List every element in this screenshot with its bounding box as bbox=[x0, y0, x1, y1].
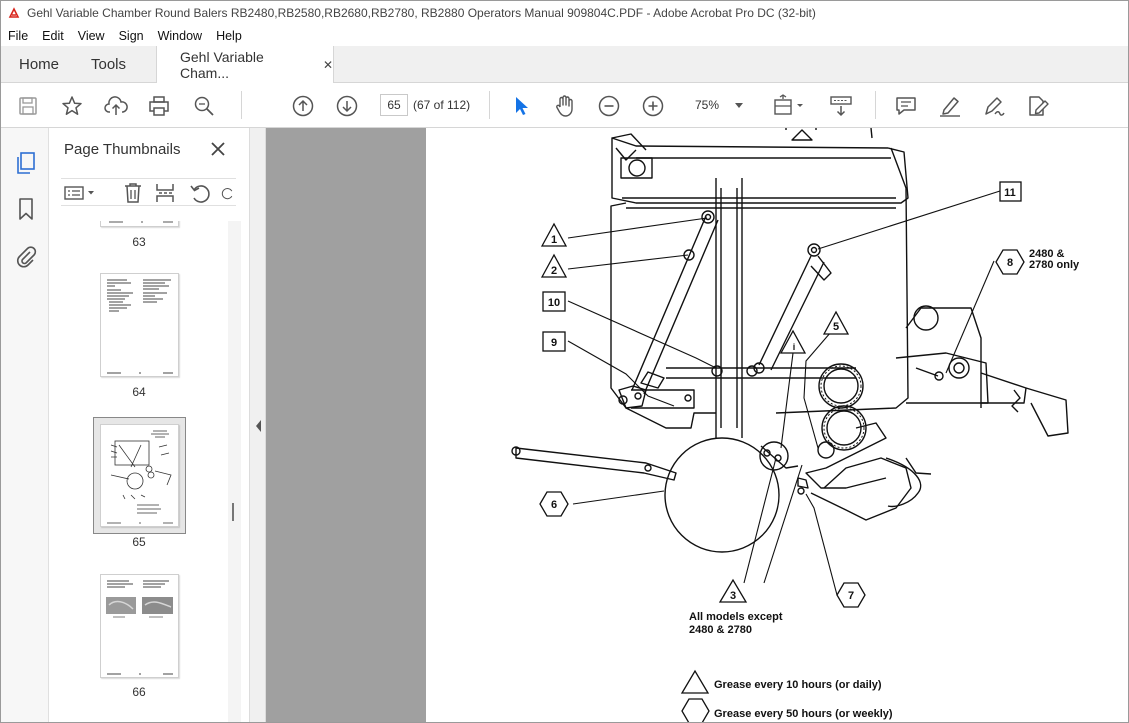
lubrication-diagram: 1 2 10 9 11 8 5 6 3 7 i 2480 & 2780 only… bbox=[511, 128, 1080, 722]
callout-11-label: 11 bbox=[1004, 187, 1016, 199]
callout-i-mark: i bbox=[793, 342, 796, 352]
note-all-models-line1: All models except bbox=[689, 611, 783, 623]
callout-2-label: 2 bbox=[551, 265, 557, 277]
bookmarks-icon[interactable] bbox=[13, 196, 39, 222]
legend-hexagon bbox=[681, 698, 710, 722]
main-toolbar: 65 (67 of 112) 75% bbox=[1, 83, 1128, 128]
close-panel-icon[interactable] bbox=[209, 140, 227, 158]
callout-5-label: 5 bbox=[833, 321, 839, 333]
toolbar-divider bbox=[241, 91, 242, 119]
scroll-mode-icon[interactable] bbox=[828, 93, 854, 119]
zoom-in-icon[interactable] bbox=[640, 93, 666, 119]
next-page-icon[interactable] bbox=[334, 93, 360, 119]
toolbar-divider bbox=[489, 91, 490, 119]
thumbnail-label: 64 bbox=[132, 385, 146, 399]
callout-7-label: 7 bbox=[848, 590, 854, 602]
tab-document-label: Gehl Variable Cham... bbox=[180, 49, 264, 81]
chevron-down-icon bbox=[735, 103, 743, 108]
thumbnail-label: 65 bbox=[132, 535, 146, 549]
panel-title: Page Thumbnails bbox=[64, 141, 181, 158]
callout-8-label: 8 bbox=[1007, 257, 1013, 269]
page-count-label: (67 of 112) bbox=[413, 98, 471, 112]
select-cursor-icon[interactable] bbox=[508, 93, 534, 119]
comment-icon[interactable] bbox=[893, 93, 919, 119]
panel-splitter[interactable] bbox=[249, 128, 266, 722]
attachments-icon[interactable] bbox=[13, 243, 39, 269]
menu-view[interactable]: View bbox=[71, 29, 112, 43]
edit-pdf-icon[interactable] bbox=[1025, 93, 1051, 119]
page-thumbnails-panel: Page Thumbnails 63 64 65 66 bbox=[49, 128, 249, 722]
previous-page-icon[interactable] bbox=[290, 93, 316, 119]
thumbnail-list: 63 64 65 66 bbox=[49, 221, 241, 722]
callout-3-label: 3 bbox=[730, 590, 736, 602]
close-tab-icon[interactable]: ✕ bbox=[323, 58, 333, 72]
rotate-right-icon[interactable] bbox=[221, 182, 235, 204]
tab-document[interactable]: Gehl Variable Cham... ✕ bbox=[156, 46, 334, 84]
panel-resize-grip[interactable] bbox=[232, 503, 234, 521]
title-bar: Gehl Variable Chamber Round Balers RB248… bbox=[1, 1, 1128, 25]
collapse-panel-icon bbox=[256, 420, 261, 432]
legend-triangle bbox=[680, 669, 710, 694]
thumbnail-page-64[interactable] bbox=[100, 273, 179, 377]
menu-help[interactable]: Help bbox=[209, 29, 249, 43]
delete-page-icon[interactable] bbox=[122, 182, 144, 204]
bookmark-star-icon[interactable] bbox=[59, 93, 85, 119]
rotate-left-icon[interactable] bbox=[189, 182, 211, 204]
acrobat-window: Gehl Variable Chamber Round Balers RB248… bbox=[0, 0, 1129, 723]
document-background bbox=[266, 128, 426, 722]
legend-hexagon-text: Grease every 50 hours (or weekly) bbox=[714, 708, 893, 720]
hand-tool-icon[interactable] bbox=[552, 93, 578, 119]
thumbnail-options-icon[interactable] bbox=[63, 182, 97, 204]
page-fit-icon[interactable] bbox=[772, 93, 806, 119]
menu-sign[interactable]: Sign bbox=[112, 29, 151, 43]
callout-1-label: 1 bbox=[551, 234, 557, 246]
acrobat-logo-icon bbox=[7, 6, 21, 20]
tab-bar: Home Tools Gehl Variable Cham... ✕ bbox=[1, 46, 1128, 84]
page-number-input[interactable]: 65 bbox=[380, 94, 408, 116]
thumbnail-label: 66 bbox=[132, 685, 146, 699]
window-title: Gehl Variable Chamber Round Balers RB248… bbox=[27, 6, 816, 20]
navigation-rail bbox=[1, 128, 49, 722]
thumbnail-page-66[interactable] bbox=[100, 574, 179, 678]
callout-10-label: 10 bbox=[548, 297, 560, 309]
menu-window[interactable]: Window bbox=[151, 29, 209, 43]
thumbnail-scrollbar[interactable] bbox=[228, 221, 241, 722]
highlight-pen-icon[interactable] bbox=[937, 93, 963, 119]
note-2480-line2: 2780 only bbox=[1029, 259, 1080, 271]
callout-9-label: 9 bbox=[551, 337, 557, 349]
note-all-models-line2: 2480 & 2780 bbox=[689, 624, 752, 636]
print-icon[interactable] bbox=[146, 93, 172, 119]
thumbnail-toolbar bbox=[61, 178, 236, 206]
toolbar-divider bbox=[875, 91, 876, 119]
menu-bar: File Edit View Sign Window Help bbox=[1, 25, 1128, 46]
thumbnail-page-63[interactable] bbox=[100, 221, 179, 227]
tab-tools[interactable]: Tools bbox=[91, 46, 126, 83]
thumbnail-page-65[interactable] bbox=[100, 424, 179, 527]
legend-triangle-text: Grease every 10 hours (or daily) bbox=[714, 679, 882, 691]
page-thumbnails-icon[interactable] bbox=[13, 150, 39, 176]
zoom-out-icon[interactable] bbox=[596, 93, 622, 119]
zoom-level-value: 75% bbox=[695, 98, 720, 112]
thumbnail-label: 63 bbox=[132, 235, 146, 249]
callout-6-label: 6 bbox=[551, 499, 557, 511]
fill-sign-icon[interactable] bbox=[981, 93, 1007, 119]
menu-file[interactable]: File bbox=[1, 29, 35, 43]
menu-edit[interactable]: Edit bbox=[35, 29, 71, 43]
extract-pages-icon[interactable] bbox=[154, 182, 176, 204]
save-icon[interactable] bbox=[15, 93, 41, 119]
document-page: 1 2 10 9 11 8 5 6 3 7 i 2480 & 2780 only… bbox=[426, 128, 1128, 722]
upload-cloud-icon[interactable] bbox=[103, 93, 129, 119]
tab-home[interactable]: Home bbox=[19, 46, 59, 83]
zoom-level-select[interactable]: 75% bbox=[683, 94, 749, 116]
search-zoom-icon[interactable] bbox=[191, 93, 217, 119]
